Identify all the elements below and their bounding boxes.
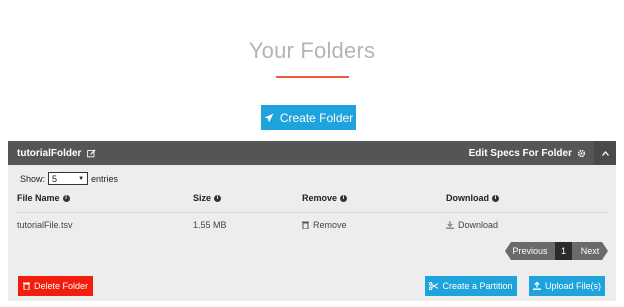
gear-icon xyxy=(577,149,586,158)
column-label: File Name xyxy=(17,193,60,203)
folder-name: tutorialFolder xyxy=(17,148,96,159)
column-header-file-name[interactable]: File Name i xyxy=(17,193,70,203)
upload-icon xyxy=(532,282,541,290)
info-icon: i xyxy=(492,194,499,202)
column-label: Remove xyxy=(302,193,338,203)
previous-page-button[interactable]: Previous xyxy=(505,242,555,260)
file-name: tutorialFile.tsv xyxy=(17,220,73,230)
trash-icon xyxy=(302,221,309,229)
create-folder-label: Create Folder xyxy=(279,110,354,125)
table-divider xyxy=(16,212,608,213)
download-label: Download xyxy=(458,220,499,230)
entries-label: entries xyxy=(91,173,119,184)
folder-header: tutorialFolder Edit Specs For Folder xyxy=(8,141,616,165)
rocket-icon xyxy=(264,113,274,122)
remove-file-button[interactable]: Remove xyxy=(302,220,347,230)
column-label: Size xyxy=(193,193,212,203)
page-number[interactable]: 1 xyxy=(555,242,572,260)
show-label: Show: xyxy=(20,173,46,184)
edit-specs-label: Edit Specs For Folder xyxy=(468,148,572,159)
folder-panel: tutorialFolder Edit Specs For Folder Sho… xyxy=(8,141,616,301)
info-icon: i xyxy=(340,194,348,202)
next-page-button[interactable]: Next xyxy=(572,242,608,260)
caret-down-icon: ▼ xyxy=(78,175,85,182)
download-file-button[interactable]: Download xyxy=(446,220,498,230)
show-entries: Show: 5 ▼ entries xyxy=(20,172,118,185)
upload-files-label: Upload File(s) xyxy=(544,281,602,291)
entries-select-value: 5 xyxy=(52,173,58,184)
collapse-button[interactable] xyxy=(594,141,616,165)
column-label: Download xyxy=(446,193,489,203)
remove-label: Remove xyxy=(313,220,347,230)
file-size: 1.55 MB xyxy=(193,220,227,230)
column-header-remove[interactable]: Remove i xyxy=(302,193,348,203)
delete-folder-button[interactable]: Delete Folder xyxy=(18,276,93,296)
chevron-up-icon xyxy=(601,150,609,156)
column-header-download[interactable]: Download i xyxy=(446,193,499,203)
scissors-icon xyxy=(429,282,439,290)
page-title: Your Folders xyxy=(248,38,376,63)
info-icon: i xyxy=(214,194,222,202)
upload-files-button[interactable]: Upload File(s) xyxy=(529,276,605,296)
edit-icon[interactable] xyxy=(87,149,96,158)
create-partition-button[interactable]: Create a Partition xyxy=(425,276,517,296)
title-underline xyxy=(276,76,349,78)
info-icon: i xyxy=(62,194,70,202)
create-folder-button[interactable]: Create Folder xyxy=(261,105,356,130)
entries-select[interactable]: 5 ▼ xyxy=(48,172,89,185)
download-icon xyxy=(446,221,454,229)
create-partition-label: Create a Partition xyxy=(442,281,513,291)
pagination: Previous 1 Next xyxy=(505,242,608,260)
column-header-size[interactable]: Size i xyxy=(193,193,222,203)
trash-icon xyxy=(22,282,30,290)
edit-specs-button[interactable]: Edit Specs For Folder xyxy=(469,148,586,159)
file-name-cell: tutorialFile.tsv xyxy=(17,220,73,230)
delete-folder-label: Delete Folder xyxy=(33,281,89,291)
folder-name-label: tutorialFolder xyxy=(17,148,82,159)
file-size-cell: 1.55 MB xyxy=(193,220,227,230)
